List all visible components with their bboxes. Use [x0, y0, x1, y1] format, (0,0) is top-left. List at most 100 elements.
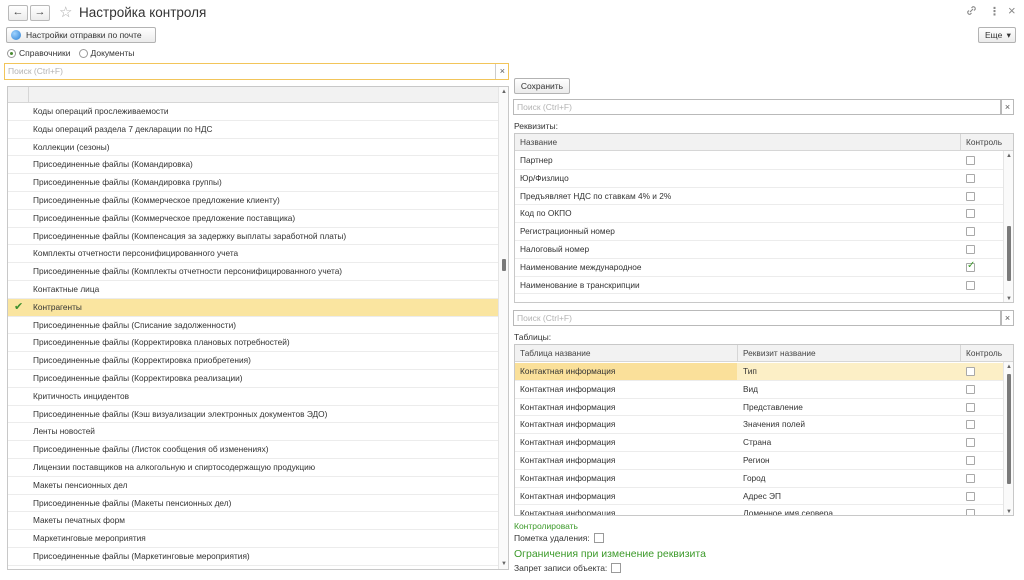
control-checkbox[interactable]: ✓	[966, 260, 975, 272]
control-checkbox[interactable]	[966, 384, 975, 394]
list-item[interactable]: Присоединенные файлы (Корректировка план…	[8, 334, 508, 353]
control-checkbox[interactable]	[966, 509, 975, 515]
tables-search-input[interactable]: Поиск (Ctrl+F)	[513, 310, 1001, 326]
scroll-thumb[interactable]	[1007, 374, 1011, 484]
objects-list[interactable]: Коды операций прослеживаемости Коды опера…	[7, 86, 509, 570]
write-ban-checkbox[interactable]	[611, 563, 622, 573]
col-name-header[interactable]: Название	[515, 134, 557, 151]
list-item[interactable]: Макеты пенсионных дел	[8, 477, 508, 495]
list-item[interactable]: Лицензии поставщиков на алкогольную и сп…	[8, 459, 508, 477]
table-row[interactable]: Партнер	[515, 152, 1013, 170]
table-row[interactable]: Контактная информация Доменное имя сервер…	[515, 505, 1013, 515]
table-row[interactable]: Контактная информация Страна	[515, 434, 1013, 452]
table-row[interactable]: Контактная информация Представление	[515, 399, 1013, 417]
table-row[interactable]: Контактная информация Адрес ЭП	[515, 488, 1013, 506]
scroll-up-icon[interactable]: ▲	[501, 89, 507, 95]
table-row[interactable]: Контактная информация Вид	[515, 381, 1013, 399]
control-checkbox[interactable]	[966, 156, 975, 165]
requisites-table[interactable]: Название Контроль Партнер Юр/Физлицо Предъ…	[514, 133, 1014, 303]
col-control-header[interactable]: Контроль	[960, 345, 1002, 362]
scroll-up-icon[interactable]: ▲	[1006, 153, 1012, 159]
list-item[interactable]: Коды операций прослеживаемости	[8, 103, 508, 121]
table-row[interactable]: Наименование в транскрипции	[515, 277, 1013, 295]
tables-table[interactable]: Таблица название Реквизит название Контр…	[514, 344, 1014, 516]
col-requisite-name-header[interactable]: Реквизит название	[737, 345, 816, 362]
list-item[interactable]: Присоединенные файлы (Компенсация за зад…	[8, 228, 508, 246]
list-item[interactable]: ✔ Контрагенты	[8, 298, 508, 317]
link-icon[interactable]	[966, 5, 977, 19]
scroll-down-icon[interactable]: ▼	[501, 561, 507, 567]
table-row[interactable]: Наименование международное ✓	[515, 259, 1013, 277]
table-row[interactable]: Юр/Физлицо	[515, 170, 1013, 188]
back-button[interactable]: ←	[8, 5, 28, 21]
list-item[interactable]: Присоединенные файлы (Корректировка реал…	[8, 370, 508, 388]
scroll-thumb[interactable]	[1007, 226, 1011, 281]
control-checkbox[interactable]	[966, 227, 975, 237]
save-button[interactable]: Сохранить	[514, 78, 570, 94]
control-link[interactable]: Контролировать	[514, 521, 578, 531]
list-item[interactable]: Присоединенные файлы (Коммерческое предл…	[8, 210, 508, 228]
control-checkbox[interactable]	[966, 491, 975, 501]
close-icon[interactable]: ×	[1008, 3, 1016, 18]
control-checkbox[interactable]	[966, 438, 975, 448]
radio-documents[interactable]	[78, 48, 88, 58]
table-row[interactable]: Регистрационный номер	[515, 223, 1013, 241]
object-search-input[interactable]: Поиск (Ctrl+F) ×	[4, 63, 509, 80]
clear-search-icon[interactable]: ×	[494, 64, 505, 79]
mail-settings-button[interactable]: Настройки отправки по почте	[6, 27, 156, 43]
list-item[interactable]: Комплекты отчетности персонифицированног…	[8, 245, 508, 264]
control-checkbox[interactable]	[966, 280, 975, 290]
control-checkbox[interactable]	[966, 367, 975, 376]
col-table-name-header[interactable]: Таблица название	[515, 345, 591, 362]
control-checkbox[interactable]	[966, 473, 975, 483]
requisites-search-input[interactable]: Поиск (Ctrl+F)	[513, 99, 1001, 115]
radio-catalogs[interactable]	[7, 48, 16, 58]
list-item[interactable]: Присоединенные файлы (Маркетинговые меро…	[8, 548, 508, 566]
scroll-down-icon[interactable]: ▼	[1006, 509, 1012, 515]
list-item[interactable]: Контактные лица	[8, 281, 508, 299]
list-item[interactable]: Присоединенные файлы (Командировка)	[8, 156, 508, 175]
list-item[interactable]: Присоединенные файлы (Кэш визуализации э…	[8, 406, 508, 424]
list-item[interactable]: Присоединенные файлы (Командировка групп…	[8, 174, 508, 192]
requisites-scrollbar[interactable]: ▲ ▼	[1003, 151, 1013, 302]
list-item[interactable]: Маркетинговые мероприятия	[8, 530, 508, 548]
list-item[interactable]: Коллекции (сезоны)	[8, 139, 508, 157]
objects-list-scrollbar[interactable]: ▲ ▼	[498, 87, 508, 569]
list-item[interactable]: Присоединенные файлы (Списание задолженн…	[8, 317, 508, 335]
clear-tables-search-icon[interactable]: ×	[1001, 310, 1014, 326]
table-row[interactable]: Контактная информация Город	[515, 470, 1013, 488]
list-item[interactable]: Присоединенные файлы (Коммерческое предл…	[8, 192, 508, 210]
table-row[interactable]: Налоговый номер	[515, 241, 1013, 259]
more-button[interactable]: Еще ▾	[978, 27, 1016, 43]
list-item[interactable]: Ленты новостей	[8, 423, 508, 442]
list-item[interactable]: Присоединенные файлы (Комплекты отчетнос…	[8, 263, 508, 281]
table-row[interactable]: Предъявляет НДС по ставкам 4% и 2%	[515, 188, 1013, 206]
scroll-thumb[interactable]	[502, 259, 506, 271]
list-item[interactable]: Присоединенные файлы (Листок сообщения о…	[8, 441, 508, 459]
radio-catalogs-label[interactable]: Справочники	[19, 48, 71, 58]
tables-scrollbar[interactable]: ▲ ▼	[1003, 362, 1013, 515]
scroll-up-icon[interactable]: ▲	[1006, 364, 1012, 370]
table-row[interactable]: Контактная информация Значения полей	[515, 416, 1013, 435]
clear-requisites-search-icon[interactable]: ×	[1001, 99, 1014, 115]
table-row[interactable]: Контактная информация Тип	[515, 363, 1013, 381]
col-control-header[interactable]: Контроль	[960, 134, 1002, 151]
menu-icon[interactable]: ⋮	[989, 5, 1000, 18]
control-checkbox[interactable]	[966, 191, 975, 201]
control-checkbox[interactable]	[966, 420, 975, 430]
list-item[interactable]: Коды операций раздела 7 декларации по НД…	[8, 121, 508, 139]
table-row[interactable]: Код по ОКПО	[515, 205, 1013, 224]
scroll-down-icon[interactable]: ▼	[1006, 296, 1012, 302]
list-item[interactable]: Макеты печатных форм	[8, 512, 508, 531]
list-item[interactable]: Присоединенные файлы (Корректировка прио…	[8, 352, 508, 370]
control-checkbox[interactable]	[966, 456, 975, 465]
list-item[interactable]: Присоединенные файлы (Макеты пенсионных …	[8, 495, 508, 513]
list-item[interactable]: Критичность инцидентов	[8, 388, 508, 406]
table-row[interactable]: Контактная информация Регион	[515, 452, 1013, 470]
control-checkbox[interactable]	[966, 173, 975, 183]
control-checkbox[interactable]	[966, 245, 975, 254]
deletion-mark-checkbox[interactable]	[593, 533, 604, 543]
favorite-star-icon[interactable]: ☆	[59, 3, 72, 21]
forward-button[interactable]: →	[30, 5, 50, 21]
control-checkbox[interactable]	[966, 209, 975, 219]
